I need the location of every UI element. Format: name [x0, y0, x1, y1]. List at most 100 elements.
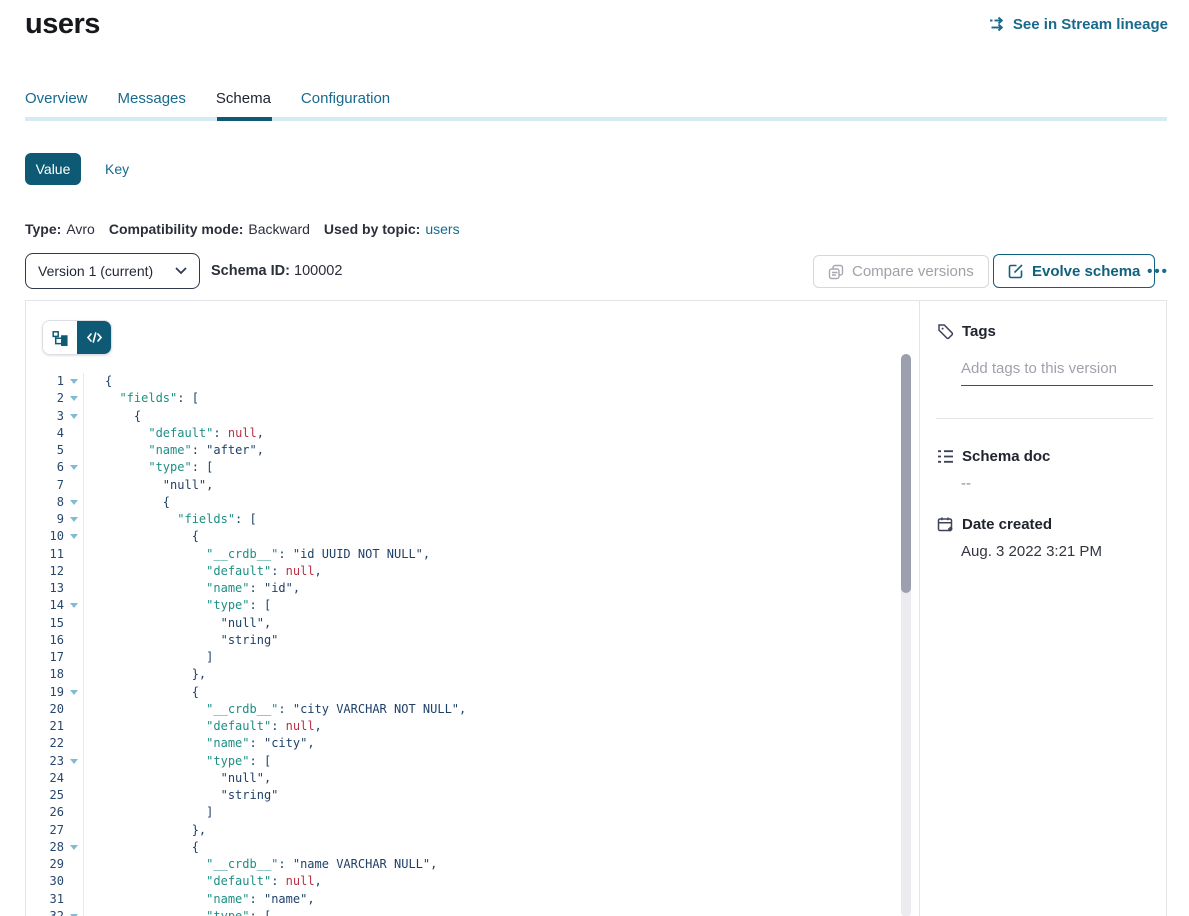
code-text: ] [84, 804, 213, 821]
gutter: 4 [26, 425, 84, 442]
line-number: 25 [26, 787, 64, 804]
edit-icon [1008, 263, 1024, 279]
value-toggle-button[interactable]: Value [25, 153, 81, 185]
tree-view-button[interactable] [43, 321, 77, 354]
gutter: 21 [26, 718, 84, 735]
date-created-value: Aug. 3 2022 3:21 PM [961, 543, 1102, 560]
code-text: }, [84, 666, 206, 683]
meta-label: Compatibility mode: [109, 221, 244, 237]
tab-schema[interactable]: Schema [216, 90, 271, 113]
fold-toggle-icon[interactable] [64, 408, 84, 425]
code-text: }, [84, 822, 206, 839]
gutter: 22 [26, 735, 84, 752]
code-line: 5 "name": "after", [26, 442, 900, 459]
gutter: 27 [26, 822, 84, 839]
fold-spacer [64, 442, 84, 459]
code-line: 28 { [26, 839, 900, 856]
code-text: "type": [ [84, 753, 271, 770]
tab-overview[interactable]: Overview [25, 90, 88, 113]
line-number: 11 [26, 546, 64, 563]
code-line: 8 { [26, 494, 900, 511]
fold-toggle-icon[interactable] [64, 390, 84, 407]
gutter: 31 [26, 891, 84, 908]
meta-label: Type: [25, 221, 61, 237]
topic-link[interactable]: users [425, 221, 459, 237]
add-tags-input[interactable] [961, 356, 1153, 386]
fold-toggle-icon[interactable] [64, 684, 84, 701]
fold-toggle-icon[interactable] [64, 373, 84, 390]
fold-spacer [64, 563, 84, 580]
code-text: "fields": [ [84, 511, 257, 528]
line-number: 24 [26, 770, 64, 787]
fold-toggle-icon[interactable] [64, 753, 84, 770]
fold-spacer [64, 701, 84, 718]
code-text: "type": [ [84, 597, 271, 614]
gutter: 24 [26, 770, 84, 787]
gutter: 3 [26, 408, 84, 425]
code-text: "default": null, [84, 563, 322, 580]
fold-toggle-icon[interactable] [64, 908, 84, 916]
code-text: "string" [84, 632, 278, 649]
line-number: 14 [26, 597, 64, 614]
code-line: 4 "default": null, [26, 425, 900, 442]
fold-toggle-icon[interactable] [64, 839, 84, 856]
meta-item: Type:Avro [25, 221, 95, 237]
line-number: 7 [26, 477, 64, 494]
code-text: { [84, 373, 112, 390]
code-text: "null", [84, 770, 271, 787]
schema-id-value: 100002 [294, 263, 342, 279]
key-toggle-link[interactable]: Key [105, 161, 129, 177]
gutter: 15 [26, 615, 84, 632]
line-number: 26 [26, 804, 64, 821]
code-line: 31 "name": "name", [26, 891, 900, 908]
editor-scrollbar-thumb[interactable] [901, 354, 911, 593]
fold-spacer [64, 735, 84, 752]
code-line: 16 "string" [26, 632, 900, 649]
fold-toggle-icon[interactable] [64, 511, 84, 528]
code-text: { [84, 839, 199, 856]
code-text: "name": "after", [84, 442, 264, 459]
gutter: 30 [26, 873, 84, 890]
code-line: 11 "__crdb__": "id UUID NOT NULL", [26, 546, 900, 563]
more-options-button[interactable]: ••• [1140, 254, 1176, 288]
code-line: 24 "null", [26, 770, 900, 787]
code-text: "__crdb__": "id UUID NOT NULL", [84, 546, 430, 563]
editor-scrollbar[interactable] [901, 354, 911, 916]
line-number: 23 [26, 753, 64, 770]
code-editor[interactable]: 1{2 "fields": [3 {4 "default": null,5 "n… [26, 373, 900, 916]
fold-spacer [64, 718, 84, 735]
code-view-icon [87, 331, 102, 344]
fold-spacer [64, 822, 84, 839]
fold-toggle-icon[interactable] [64, 494, 84, 511]
line-number: 28 [26, 839, 64, 856]
fold-spacer [64, 546, 84, 563]
line-number: 29 [26, 856, 64, 873]
line-number: 1 [26, 373, 64, 390]
date-created-section-header: Date created [937, 516, 1052, 533]
tab-configuration[interactable]: Configuration [301, 90, 390, 113]
code-line: 7 "null", [26, 477, 900, 494]
version-select[interactable]: Version 1 (current) [25, 253, 200, 289]
line-number: 32 [26, 908, 64, 916]
tags-title: Tags [962, 323, 996, 340]
code-line: 30 "default": null, [26, 873, 900, 890]
fold-toggle-icon[interactable] [64, 528, 84, 545]
code-view-button[interactable] [77, 321, 111, 354]
stream-lineage-link[interactable]: See in Stream lineage [988, 15, 1168, 33]
code-line: 17 ] [26, 649, 900, 666]
fold-toggle-icon[interactable] [64, 597, 84, 614]
fold-spacer [64, 477, 84, 494]
fold-toggle-icon[interactable] [64, 459, 84, 476]
gutter: 1 [26, 373, 84, 390]
code-text: "default": null, [84, 425, 264, 442]
code-text: { [84, 408, 141, 425]
compare-versions-button[interactable]: Compare versions [813, 255, 989, 288]
meta-value: Backward [248, 221, 309, 237]
evolve-schema-button[interactable]: Evolve schema [993, 254, 1155, 288]
tab-messages[interactable]: Messages [118, 90, 186, 113]
gutter: 16 [26, 632, 84, 649]
schema-card: 1{2 "fields": [3 {4 "default": null,5 "n… [25, 300, 1167, 916]
fold-spacer [64, 891, 84, 908]
tree-view-icon [52, 330, 68, 346]
code-text: ] [84, 649, 213, 666]
